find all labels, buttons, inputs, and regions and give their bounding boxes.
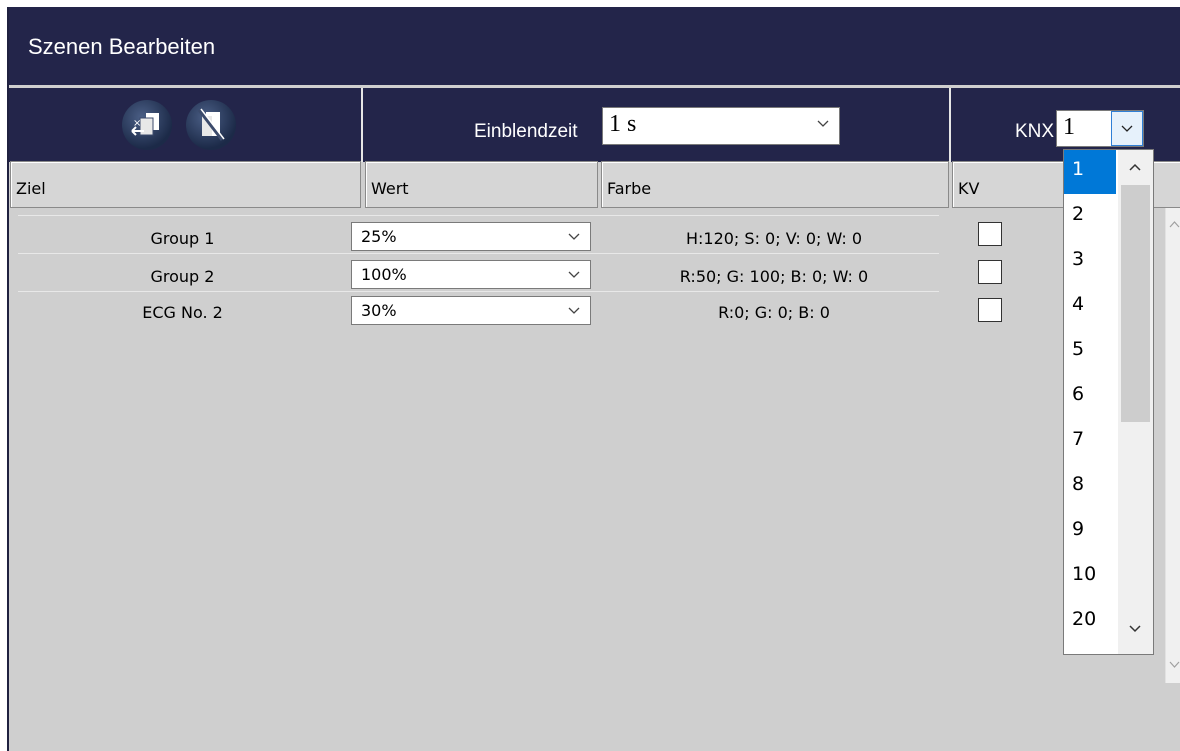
chevron-down-icon: [817, 120, 829, 127]
window-title: Szenen Bearbeiten: [28, 34, 216, 59]
table-scrollbar[interactable]: [1165, 208, 1180, 683]
scroll-up-icon[interactable]: [1169, 220, 1180, 228]
farbe-cell: R:50; G: 100; B: 0; W: 0: [679, 267, 869, 286]
row-divider: [18, 291, 939, 292]
wert-select[interactable]: 30%: [351, 296, 591, 325]
knx-dropdown-button[interactable]: [1111, 111, 1143, 146]
knx-value: 1: [1063, 114, 1075, 140]
chevron-down-icon: [1121, 125, 1133, 132]
column-header-label: Farbe: [607, 179, 652, 198]
wert-value: 100%: [361, 265, 407, 284]
knx-option[interactable]: 20: [1064, 600, 1116, 644]
chevron-down-icon: [568, 307, 580, 314]
wert-value: 30%: [361, 301, 397, 320]
column-header-label: KV: [958, 179, 980, 198]
einblendzeit-select[interactable]: 1 s: [602, 107, 840, 145]
knx-select[interactable]: 1: [1056, 110, 1144, 147]
knx-option[interactable]: 2: [1064, 195, 1116, 239]
chevron-down-icon: [568, 271, 580, 278]
knx-option[interactable]: 5: [1064, 330, 1116, 374]
kv-checkbox[interactable]: [978, 298, 1002, 322]
wert-select[interactable]: 100%: [351, 260, 591, 289]
farbe-cell: H:120; S: 0; V: 0; W: 0: [685, 229, 863, 248]
knx-option[interactable]: 3: [1064, 240, 1116, 284]
ziel-cell: ECG No. 2: [142, 303, 223, 322]
scene-editor-window: Szenen Bearbeiten × Einblendzeit 1 s KNX…: [7, 7, 1180, 751]
knx-option[interactable]: 7: [1064, 420, 1116, 464]
einblendzeit-label: Einblendzeit: [474, 121, 578, 142]
knx-option[interactable]: 4: [1064, 285, 1116, 329]
copy-scene-icon[interactable]: ×: [122, 100, 172, 150]
wert-select[interactable]: 25%: [351, 222, 591, 251]
ziel-cell: Group 1: [150, 229, 215, 248]
column-header-wert[interactable]: Wert: [365, 161, 598, 208]
knx-option[interactable]: 1: [1064, 150, 1116, 194]
ziel-cell: Group 2: [150, 267, 215, 286]
column-header-label: Ziel: [16, 179, 46, 198]
delete-scene-icon[interactable]: [186, 100, 236, 150]
toolbar-divider: [361, 88, 363, 162]
knx-option[interactable]: 6: [1064, 375, 1116, 419]
chevron-down-icon: [568, 233, 580, 240]
title-bar: Szenen Bearbeiten: [9, 7, 1180, 85]
knx-label: KNX: [1015, 121, 1055, 142]
knx-option[interactable]: 8: [1064, 465, 1116, 509]
column-header-label: Wert: [371, 179, 409, 198]
row-divider: [18, 253, 939, 254]
wert-value: 25%: [361, 227, 397, 246]
dropdown-scrollbar[interactable]: [1118, 150, 1153, 654]
scroll-down-icon[interactable]: [1169, 661, 1180, 669]
column-header-ziel[interactable]: Ziel: [10, 161, 361, 208]
knx-dropdown-list: 1 2 3 4 5 6 7 8 9 10 20: [1063, 149, 1154, 655]
kv-checkbox[interactable]: [978, 222, 1002, 246]
toolbar: × Einblendzeit 1 s KNX 1: [9, 88, 1180, 162]
knx-option[interactable]: 10: [1064, 555, 1116, 599]
toolbar-divider: [949, 88, 951, 162]
scroll-down-icon[interactable]: [1128, 624, 1142, 634]
scroll-up-icon[interactable]: [1128, 162, 1142, 172]
column-header-farbe[interactable]: Farbe: [601, 161, 949, 208]
einblendzeit-value: 1 s: [609, 111, 637, 137]
knx-option[interactable]: 9: [1064, 510, 1116, 554]
kv-checkbox[interactable]: [978, 260, 1002, 284]
scrollbar-thumb[interactable]: [1121, 185, 1150, 422]
farbe-cell: R:0; G: 0; B: 0: [718, 303, 830, 322]
row-divider: [18, 215, 939, 216]
